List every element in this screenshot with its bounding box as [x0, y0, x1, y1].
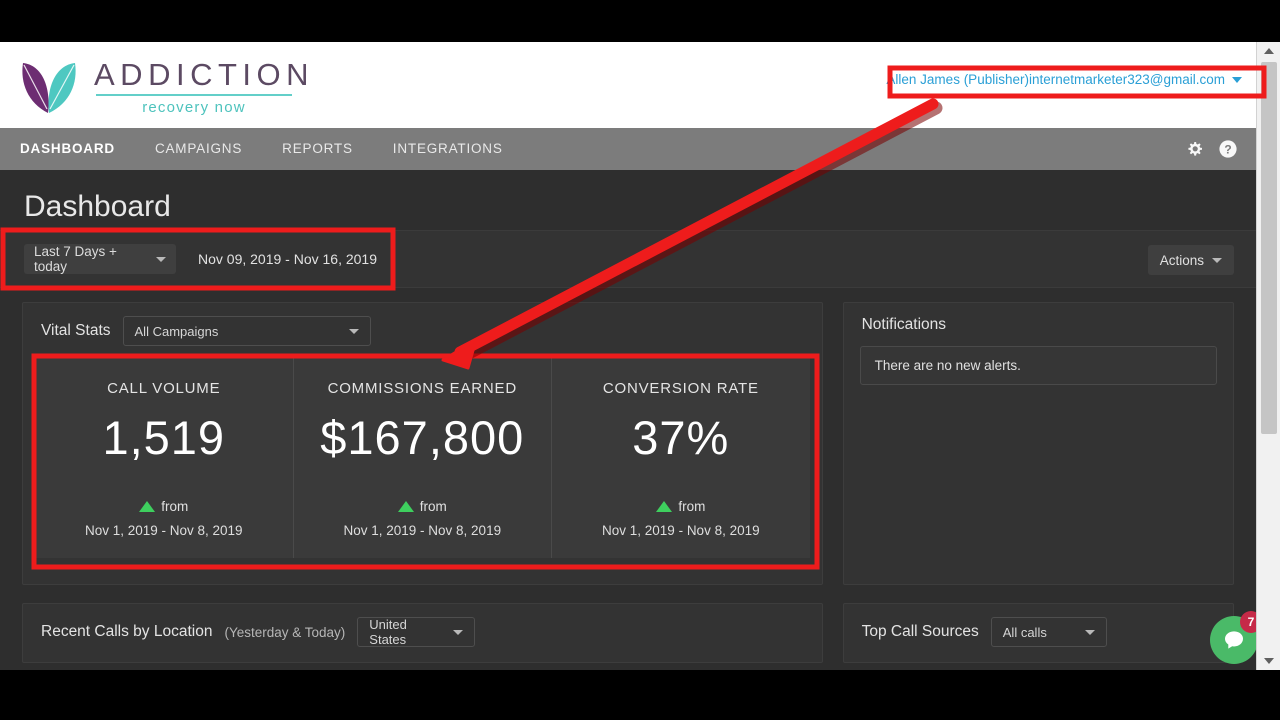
logo-wordmark: ADDICTION recovery now — [94, 56, 314, 117]
stat-value: 37% — [632, 411, 730, 464]
scroll-down-arrow-icon[interactable] — [1257, 652, 1280, 670]
logo[interactable]: ADDICTION recovery now — [18, 56, 314, 116]
stat-label: COMMISSIONS EARNED — [327, 380, 517, 397]
date-toolbar: Last 7 Days + today Nov 09, 2019 - Nov 1… — [0, 230, 1256, 288]
stat-card-call-volume: CALL VOLUME 1,519 from Nov 1, 2019 - Nov… — [35, 358, 293, 558]
scrollbar-thumb[interactable] — [1261, 62, 1277, 434]
stat-card-conversion-rate: CONVERSION RATE 37% from Nov 1, 2019 - N… — [551, 358, 810, 558]
stat-trend-word: from — [678, 499, 706, 514]
svg-text:?: ? — [1224, 143, 1231, 157]
vital-stats-header: Vital Stats All Campaigns — [23, 303, 822, 358]
brand-header: ADDICTION recovery now Allen James (Publ… — [0, 42, 1256, 128]
chevron-down-icon — [1212, 257, 1222, 263]
logo-tagline: recovery now — [142, 99, 246, 116]
vital-stats-panel: Vital Stats All Campaigns CALL VOLUME 1,… — [22, 302, 823, 585]
calls-filter-dropdown[interactable]: All calls — [990, 617, 1107, 647]
notifications-panel: Notifications There are no new alerts. — [842, 302, 1234, 585]
logo-divider — [96, 94, 292, 96]
date-preset-label: Last 7 Days + today — [34, 244, 117, 274]
tab-campaigns[interactable]: CAMPAIGNS — [135, 128, 262, 170]
actions-label: Actions — [1159, 252, 1204, 268]
recent-calls-title: Recent Calls by Location — [41, 623, 213, 640]
actions-button[interactable]: Actions — [1147, 245, 1234, 275]
notifications-header: Notifications — [844, 303, 1233, 346]
campaign-filter-label: All Campaigns — [134, 323, 219, 339]
date-preset-dropdown[interactable]: Last 7 Days + today — [24, 244, 176, 274]
stat-compare-range: Nov 1, 2019 - Nov 8, 2019 — [84, 523, 243, 538]
scroll-up-arrow-icon[interactable] — [1257, 42, 1280, 60]
recent-calls-panel: Recent Calls by Location (Yesterday & To… — [22, 603, 823, 663]
vertical-scrollbar[interactable] — [1256, 42, 1280, 670]
top-call-sources-header: Top Call Sources All calls — [844, 604, 1233, 659]
trend-up-icon — [656, 501, 673, 512]
stat-compare-range: Nov 1, 2019 - Nov 8, 2019 — [602, 523, 760, 538]
stat-card-commissions-earned: COMMISSIONS EARNED $167,800 from Nov 1, … — [292, 358, 552, 558]
date-range-label: Nov 09, 2019 - Nov 16, 2019 — [198, 251, 378, 267]
chat-widget[interactable]: 7 — [1210, 611, 1262, 664]
vital-stats-title: Vital Stats — [41, 322, 111, 339]
triangle-up-icon — [1264, 48, 1274, 54]
logo-name: ADDICTION — [94, 57, 314, 92]
notifications-body: There are no new alerts. — [844, 346, 1233, 584]
nav-item-list: DASHBOARD CAMPAIGNS REPORTS INTEGRATIONS — [0, 128, 523, 170]
chevron-down-icon — [453, 629, 464, 635]
stat-trend: from — [139, 499, 188, 514]
letterbox-top — [0, 0, 1280, 42]
tab-dashboard[interactable]: DASHBOARD — [0, 128, 135, 170]
application-viewport: ADDICTION recovery now Allen James (Publ… — [0, 42, 1280, 670]
stat-trend: from — [656, 499, 705, 514]
country-filter-label: United States — [369, 617, 407, 647]
dashboard-content: Vital Stats All Campaigns CALL VOLUME 1,… — [0, 288, 1256, 663]
stat-compare-range: Nov 1, 2019 - Nov 8, 2019 — [343, 523, 502, 538]
stat-trend: from — [397, 499, 447, 514]
top-call-sources-title: Top Call Sources — [861, 623, 979, 640]
stat-trend-word: from — [419, 499, 447, 514]
leaf-logo-icon — [18, 57, 80, 115]
account-label: Allen James (Publisher)internetmarketer3… — [886, 72, 1225, 87]
stat-value: $167,800 — [320, 411, 525, 464]
page-title: Dashboard — [24, 190, 171, 223]
account-menu[interactable]: Allen James (Publisher)internetmarketer3… — [882, 70, 1246, 89]
chevron-down-icon — [156, 256, 166, 262]
calls-filter-label: All calls — [1002, 624, 1047, 640]
top-call-sources-panel: Top Call Sources All calls — [842, 603, 1234, 663]
nav-utility-icons: ? — [1184, 128, 1238, 170]
tab-integrations[interactable]: INTEGRATIONS — [373, 128, 523, 170]
gear-icon[interactable] — [1184, 139, 1204, 159]
recent-calls-subtitle: (Yesterday & Today) — [224, 624, 346, 640]
chevron-down-icon — [1084, 629, 1095, 635]
recent-calls-header: Recent Calls by Location (Yesterday & To… — [23, 604, 822, 659]
tab-reports[interactable]: REPORTS — [262, 128, 373, 170]
stat-trend-word: from — [161, 499, 189, 514]
notifications-empty-message: There are no new alerts. — [859, 346, 1217, 385]
campaign-filter-dropdown[interactable]: All Campaigns — [122, 316, 371, 346]
chevron-down-icon — [348, 328, 359, 334]
country-filter-dropdown[interactable]: United States — [357, 617, 476, 647]
question-circle-icon[interactable]: ? — [1218, 139, 1238, 159]
bottom-row: Recent Calls by Location (Yesterday & To… — [22, 603, 1234, 663]
triangle-down-icon — [1264, 658, 1274, 664]
notifications-title: Notifications — [861, 316, 947, 333]
trend-up-icon — [139, 501, 156, 512]
stat-card-group: CALL VOLUME 1,519 from Nov 1, 2019 - Nov… — [35, 358, 810, 558]
main-navigation: DASHBOARD CAMPAIGNS REPORTS INTEGRATIONS — [0, 128, 1256, 170]
screenshot-root: ADDICTION recovery now Allen James (Publ… — [0, 0, 1280, 720]
stat-label: CONVERSION RATE — [602, 380, 759, 397]
chevron-down-icon — [1232, 76, 1242, 83]
stat-value: 1,519 — [102, 411, 226, 464]
trend-up-icon — [397, 501, 414, 512]
letterbox-bottom — [0, 670, 1280, 720]
stat-label: CALL VOLUME — [107, 380, 221, 397]
top-row: Vital Stats All Campaigns CALL VOLUME 1,… — [22, 302, 1234, 585]
